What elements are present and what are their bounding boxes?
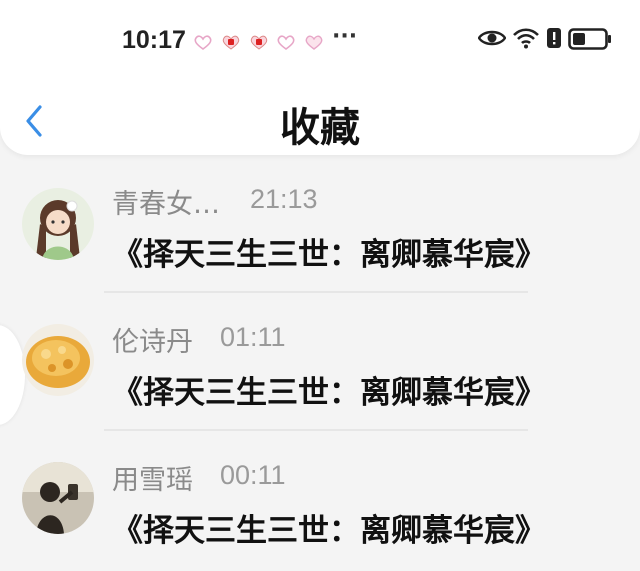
heart-notification-icon <box>305 35 323 50</box>
more-notifications-indicator: ··· <box>332 24 358 49</box>
message-time: 21:13 <box>250 184 318 214</box>
sender-name: 青春女… <box>112 189 220 220</box>
avatar[interactable] <box>22 324 94 396</box>
favorites-list: 青春女… 21:13 《择天三生三世：离卿慕华宸》 伦诗丹 01:11 《择天三… <box>0 155 640 569</box>
navigation-bar: 收藏 <box>0 95 640 155</box>
message-text: 《择天三生三世：离卿慕华宸》 <box>112 513 546 549</box>
page-title: 收藏 <box>280 105 360 151</box>
heart-notification-icon <box>194 35 212 50</box>
list-item[interactable]: 伦诗丹 01:11 《择天三生三世：离卿慕华宸》 <box>0 293 640 431</box>
message-text: 《择天三生三世：离卿慕华宸》 <box>112 237 546 273</box>
battery-icon <box>568 28 611 50</box>
sender-name: 伦诗丹 <box>112 327 193 358</box>
red-notification-icon <box>250 35 268 50</box>
avatar[interactable] <box>22 462 94 534</box>
heart-notification-icon <box>277 35 295 50</box>
wifi-icon <box>513 28 539 49</box>
list-item[interactable]: 用雪瑶 00:11 《择天三生三世：离卿慕华宸》 <box>0 431 640 569</box>
message-time: 01:11 <box>220 322 286 352</box>
message-text: 《择天三生三世：离卿慕华宸》 <box>112 375 546 411</box>
avatar[interactable] <box>22 188 94 260</box>
status-time: 10:17 <box>122 26 186 54</box>
status-bar: 10:17 ··· <box>0 22 640 62</box>
sender-name: 用雪瑶 <box>112 465 193 496</box>
top-bar: 10:17 ··· 收藏 <box>0 0 640 155</box>
message-time: 00:11 <box>220 460 286 490</box>
eye-icon <box>478 30 506 46</box>
red-notification-icon <box>222 35 240 50</box>
battery-saver-icon <box>547 28 561 48</box>
list-item[interactable]: 青春女… 21:13 《择天三生三世：离卿慕华宸》 <box>0 155 640 293</box>
